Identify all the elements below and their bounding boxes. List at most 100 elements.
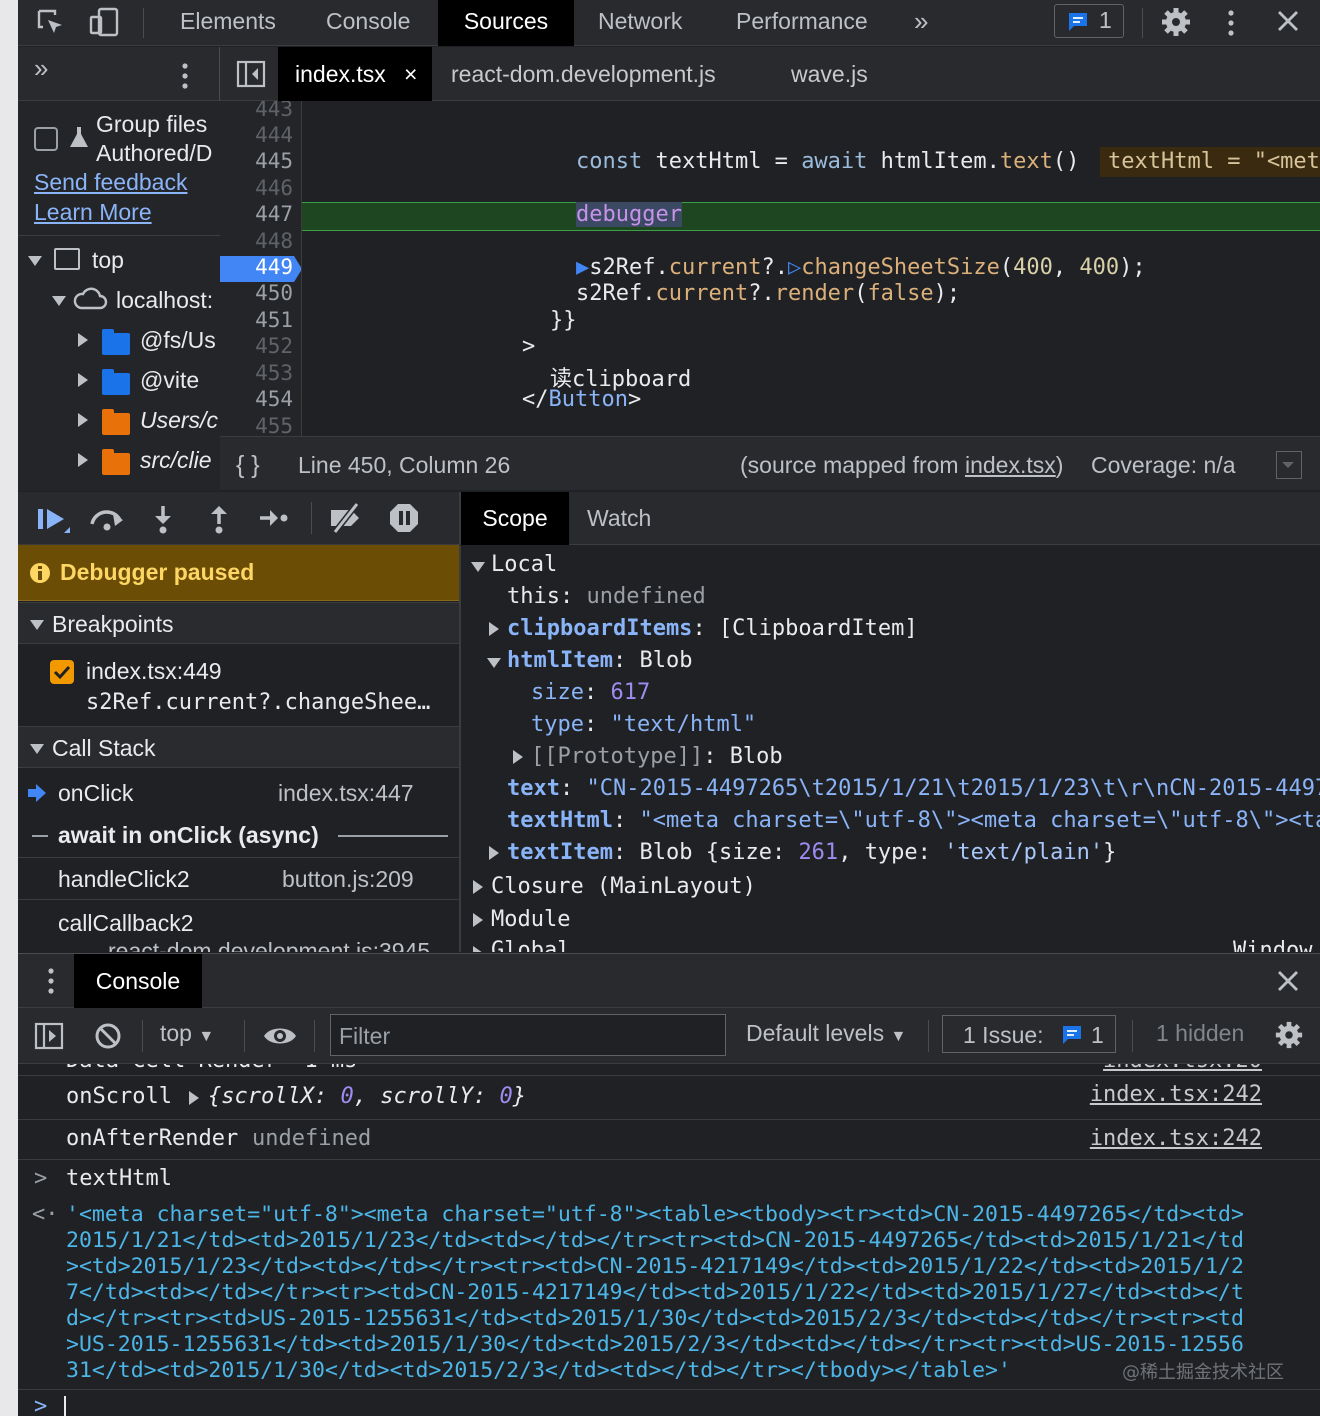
send-feedback-link[interactable]: Send feedback	[34, 169, 187, 196]
breakpoint-item[interactable]: index.tsx:449 s2Ref.current?.changeShee…	[18, 646, 459, 726]
tree-item-src[interactable]: src/clie	[140, 447, 212, 474]
group-files-checkbox[interactable]	[34, 127, 58, 151]
file-tab-wave[interactable]: wave.js	[791, 47, 868, 101]
expand-object-icon[interactable]	[189, 1091, 199, 1105]
context-selector[interactable]: top ▼	[160, 1020, 214, 1047]
expand-icon[interactable]	[513, 750, 523, 764]
tab-sources[interactable]: Sources	[438, 0, 574, 46]
file-tab-index-tsx[interactable]: index.tsx ×	[278, 47, 432, 101]
log-levels-dropdown[interactable]: Default levels ▼	[746, 1020, 906, 1047]
more-panels-icon[interactable]: »	[34, 53, 48, 84]
line-number-paused[interactable]: 449	[223, 255, 293, 279]
navigator-menu-icon[interactable]	[178, 61, 192, 91]
scope-module[interactable]: Module	[491, 907, 570, 932]
tab-elements[interactable]: Elements	[180, 0, 276, 46]
close-tab-icon[interactable]: ×	[404, 47, 417, 101]
line-number[interactable]: 454	[223, 387, 293, 411]
console-output[interactable]: Data Cell Render 1 ms index.tsx:20 onScr…	[18, 1064, 1320, 1416]
step-out-icon[interactable]	[207, 504, 231, 534]
line-number[interactable]: 453	[223, 361, 293, 385]
tree-item-vite[interactable]: @vite	[140, 367, 199, 394]
show-sidebar-icon[interactable]	[34, 1022, 64, 1050]
close-devtools-icon[interactable]	[1276, 9, 1300, 33]
log-object-preview[interactable]: {scrollX: 0, scrollY: 0}	[208, 1084, 526, 1109]
scope-entry-clipboarditems[interactable]: clipboardItems: [ClipboardItem]	[507, 616, 918, 641]
line-number-gutter[interactable]: 443 444 445 446 447 448 449 450 451 452 …	[220, 101, 302, 436]
live-expression-eye-icon[interactable]	[262, 1024, 298, 1048]
expand-icon[interactable]	[471, 562, 485, 572]
line-number[interactable]: 443	[223, 101, 293, 121]
tab-watch[interactable]: Watch	[587, 492, 651, 545]
callstack-section-header[interactable]: Call Stack	[18, 726, 459, 768]
expand-icon[interactable]	[489, 846, 499, 860]
clear-console-icon[interactable]	[94, 1022, 122, 1050]
expand-icon[interactable]	[489, 622, 499, 636]
expand-icon[interactable]	[473, 946, 483, 952]
tab-performance[interactable]: Performance	[736, 0, 868, 46]
toggle-drawer-icon[interactable]	[1276, 451, 1302, 479]
tab-console[interactable]: Console	[326, 0, 410, 46]
expand-icon[interactable]	[487, 658, 501, 668]
log-source-link[interactable]: index.tsx:242	[1090, 1126, 1262, 1151]
line-number[interactable]: 455	[223, 414, 293, 436]
callstack-frame[interactable]: callCallback2 react-dom.development.js:3…	[18, 900, 459, 952]
issues-button[interactable]: 1 Issue: 1	[942, 1015, 1116, 1053]
expand-vite-icon[interactable]	[78, 373, 88, 387]
expand-host-icon[interactable]	[52, 296, 66, 306]
tree-item-fs[interactable]: @fs/Us	[140, 327, 216, 354]
expand-fs-icon[interactable]	[78, 333, 88, 347]
line-number[interactable]: 452	[223, 334, 293, 358]
expand-src-icon[interactable]	[78, 453, 88, 467]
learn-more-link[interactable]: Learn More	[34, 199, 152, 226]
issues-counter-button[interactable]: 1	[1054, 4, 1124, 38]
line-number[interactable]: 446	[223, 176, 293, 200]
line-number[interactable]: 451	[223, 308, 293, 332]
line-number[interactable]: 450	[223, 281, 293, 305]
scope-local[interactable]: Local	[491, 552, 557, 577]
tree-item-localhost[interactable]: localhost:	[116, 287, 213, 314]
callstack-frame[interactable]: onClick index.tsx:447	[18, 770, 459, 814]
pretty-print-button[interactable]: { }	[236, 437, 260, 493]
scope-closure[interactable]: Closure (MainLayout)	[491, 874, 756, 899]
breakpoints-section-header[interactable]: Breakpoints	[18, 602, 459, 644]
scope-entry-htmlitem[interactable]: htmlItem: Blob	[507, 648, 692, 673]
deactivate-breakpoints-icon[interactable]	[327, 502, 367, 534]
scope-entry-textitem[interactable]: textItem: Blob {size: 261, type: 'text/p…	[507, 840, 1116, 865]
resume-icon[interactable]	[36, 505, 74, 535]
file-tab-react-dom[interactable]: react-dom.development.js	[451, 47, 716, 101]
callstack-frame[interactable]: handleClick2 button.js:209	[18, 858, 459, 900]
line-number[interactable]: 448	[223, 229, 293, 253]
code-editor[interactable]: const textHtml = await htmlItem.text() t…	[302, 101, 1320, 436]
drawer-menu-icon[interactable]	[44, 966, 58, 996]
line-number[interactable]: 444	[223, 123, 293, 147]
console-prompt[interactable]: >	[18, 1390, 1320, 1416]
expand-icon[interactable]	[473, 913, 483, 927]
expand-users-icon[interactable]	[78, 413, 88, 427]
source-map-link[interactable]: index.tsx	[965, 452, 1056, 478]
tree-item-users[interactable]: Users/c	[140, 407, 218, 434]
console-settings-gear-icon[interactable]	[1274, 1020, 1304, 1050]
scope-entry-prototype[interactable]: [[Prototype]]: Blob	[531, 744, 783, 769]
line-number[interactable]: 447	[223, 202, 293, 226]
settings-gear-icon[interactable]	[1160, 6, 1192, 38]
kebab-menu-icon[interactable]	[1224, 8, 1238, 38]
device-toolbar-icon[interactable]	[88, 6, 120, 38]
inspect-element-icon[interactable]	[36, 8, 66, 38]
step-over-icon[interactable]	[88, 506, 126, 532]
line-number[interactable]: 445	[223, 149, 293, 173]
filter-input[interactable]: Filter	[330, 1014, 726, 1056]
expand-icon[interactable]	[473, 880, 483, 894]
tree-item-top[interactable]: top	[92, 247, 124, 274]
truncated-source-link[interactable]: index.tsx:20	[1103, 1064, 1262, 1073]
drawer-tab-console[interactable]: Console	[74, 954, 202, 1008]
more-tabs-icon[interactable]: »	[914, 0, 928, 46]
close-drawer-icon[interactable]	[1276, 969, 1300, 993]
log-source-link[interactable]: index.tsx:242	[1090, 1082, 1262, 1107]
pause-on-exceptions-icon[interactable]	[388, 502, 420, 534]
tab-scope[interactable]: Scope	[461, 492, 569, 545]
expand-top-icon[interactable]	[28, 256, 42, 266]
step-icon[interactable]	[258, 506, 288, 530]
step-into-icon[interactable]	[151, 504, 175, 534]
breakpoint-checkbox[interactable]	[50, 660, 74, 684]
toggle-navigator-icon[interactable]	[236, 59, 266, 89]
